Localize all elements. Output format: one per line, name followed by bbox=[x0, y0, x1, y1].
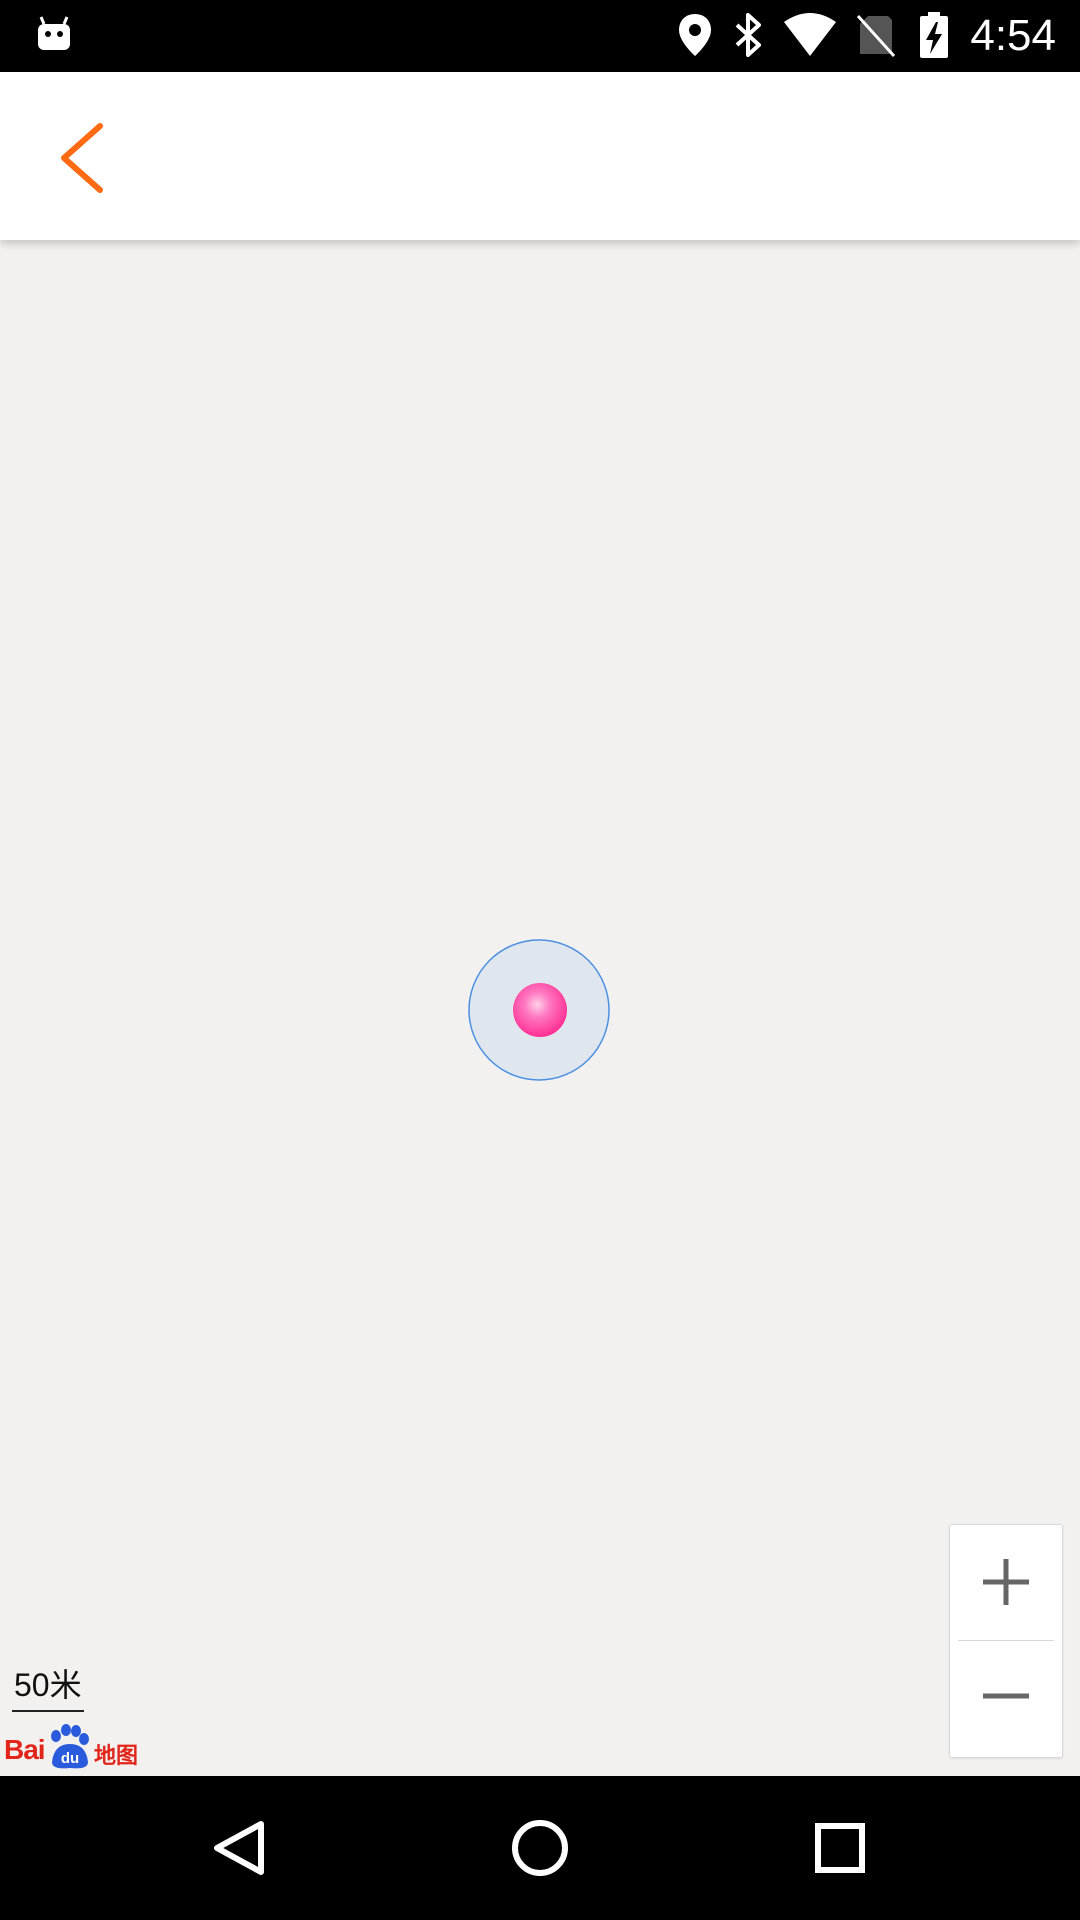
no-sim-icon bbox=[856, 12, 896, 63]
nav-home-button[interactable] bbox=[490, 1798, 590, 1898]
baidu-paw-icon: du bbox=[46, 1724, 92, 1775]
minus-icon bbox=[983, 1693, 1029, 1699]
plus-icon bbox=[983, 1559, 1029, 1605]
android-notification-icon bbox=[34, 14, 74, 59]
bluetooth-icon bbox=[732, 12, 766, 63]
zoom-out-button[interactable] bbox=[950, 1641, 1062, 1756]
map-view[interactable]: 50米 Bai du 地图 bbox=[0, 240, 1080, 1776]
map-scale-bar bbox=[12, 1710, 84, 1712]
logo-text-ditu: 地图 bbox=[94, 1743, 139, 1768]
zoom-in-button[interactable] bbox=[950, 1525, 1062, 1640]
logo-text-bai: Bai bbox=[4, 1734, 46, 1765]
wifi-icon bbox=[782, 12, 838, 63]
location-dot-icon bbox=[513, 983, 567, 1037]
square-recents-icon bbox=[815, 1823, 865, 1873]
system-nav-bar bbox=[0, 1776, 1080, 1920]
status-bar: 4:54 bbox=[0, 0, 1080, 72]
battery-charging-icon bbox=[918, 10, 950, 65]
circle-home-icon bbox=[512, 1820, 568, 1876]
location-pin-icon bbox=[676, 12, 714, 63]
chevron-left-icon bbox=[61, 123, 103, 193]
status-time: 4:54 bbox=[970, 11, 1056, 60]
baidu-map-logo: Bai du 地图 bbox=[4, 1724, 140, 1772]
triangle-back-icon bbox=[214, 1821, 264, 1875]
zoom-controls bbox=[949, 1524, 1063, 1758]
nav-recents-button[interactable] bbox=[790, 1798, 890, 1898]
map-scale-label: 50米 bbox=[14, 1667, 82, 1703]
nav-back-button[interactable] bbox=[191, 1798, 291, 1898]
app-toolbar bbox=[0, 72, 1080, 240]
logo-text-du: du bbox=[61, 1750, 79, 1767]
back-button[interactable] bbox=[40, 112, 130, 202]
current-location-marker bbox=[467, 938, 611, 1082]
